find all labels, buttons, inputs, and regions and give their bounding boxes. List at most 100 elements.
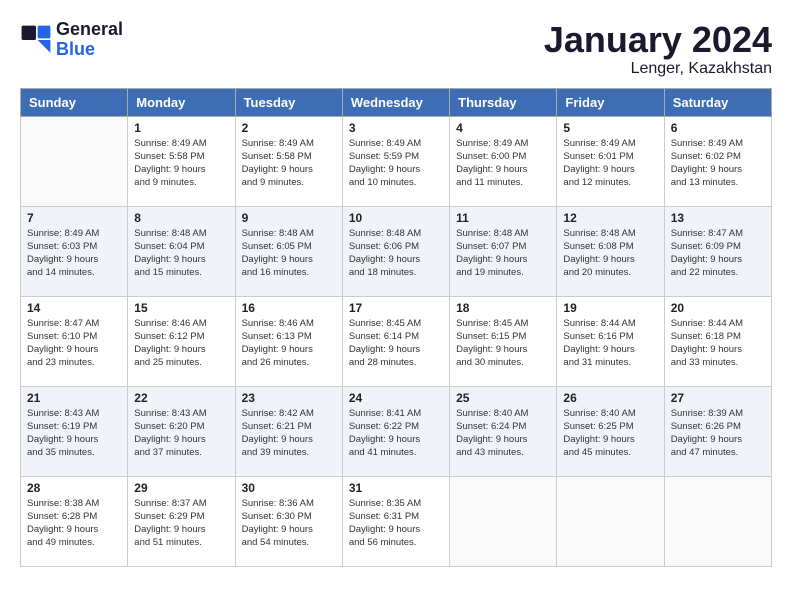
day-info: Sunrise: 8:48 AM Sunset: 6:06 PM Dayligh…: [349, 227, 443, 280]
day-info: Sunrise: 8:45 AM Sunset: 6:14 PM Dayligh…: [349, 317, 443, 370]
weekday-header-monday: Monday: [128, 88, 235, 116]
day-number: 3: [349, 121, 443, 135]
day-info: Sunrise: 8:49 AM Sunset: 5:59 PM Dayligh…: [349, 137, 443, 190]
day-number: 30: [242, 481, 336, 495]
calendar-week-row: 21 Sunrise: 8:43 AM Sunset: 6:19 PM Dayli…: [21, 386, 772, 476]
calendar-cell: 26 Sunrise: 8:40 AM Sunset: 6:25 PM Dayli…: [557, 386, 664, 476]
day-number: 12: [563, 211, 657, 225]
day-info: Sunrise: 8:44 AM Sunset: 6:18 PM Dayligh…: [671, 317, 765, 370]
calendar-week-row: 7 Sunrise: 8:49 AM Sunset: 6:03 PM Daylig…: [21, 206, 772, 296]
day-number: 13: [671, 211, 765, 225]
calendar-cell: [450, 476, 557, 566]
day-number: 7: [27, 211, 121, 225]
calendar-cell: 6 Sunrise: 8:49 AM Sunset: 6:02 PM Daylig…: [664, 116, 771, 206]
day-number: 25: [456, 391, 550, 405]
day-info: Sunrise: 8:46 AM Sunset: 6:12 PM Dayligh…: [134, 317, 228, 370]
calendar-cell: 20 Sunrise: 8:44 AM Sunset: 6:18 PM Dayli…: [664, 296, 771, 386]
day-number: 1: [134, 121, 228, 135]
calendar-cell: 30Sunrise: 8:36 AM Sunset: 6:30 PM Dayli…: [235, 476, 342, 566]
calendar-cell: 7 Sunrise: 8:49 AM Sunset: 6:03 PM Daylig…: [21, 206, 128, 296]
day-number: 26: [563, 391, 657, 405]
day-info: Sunrise: 8:40 AM Sunset: 6:24 PM Dayligh…: [456, 407, 550, 460]
day-info: Sunrise: 8:47 AM Sunset: 6:10 PM Dayligh…: [27, 317, 121, 370]
logo-blue: Blue: [56, 40, 123, 60]
calendar-cell: 4 Sunrise: 8:49 AM Sunset: 6:00 PM Daylig…: [450, 116, 557, 206]
day-number: 20: [671, 301, 765, 315]
day-number: 29: [134, 481, 228, 495]
calendar-cell: [664, 476, 771, 566]
calendar-cell: 1 Sunrise: 8:49 AM Sunset: 5:58 PM Daylig…: [128, 116, 235, 206]
logo-icon: [20, 24, 52, 56]
day-number: 2: [242, 121, 336, 135]
day-info: Sunrise: 8:43 AM Sunset: 6:19 PM Dayligh…: [27, 407, 121, 460]
day-info: Sunrise: 8:48 AM Sunset: 6:05 PM Dayligh…: [242, 227, 336, 280]
day-number: 15: [134, 301, 228, 315]
calendar-cell: 29 Sunrise: 8:37 AM Sunset: 6:29 PM Dayli…: [128, 476, 235, 566]
calendar-cell: 27 Sunrise: 8:39 AM Sunset: 6:26 PM Dayli…: [664, 386, 771, 476]
day-info: Sunrise: 8:48 AM Sunset: 6:07 PM Dayligh…: [456, 227, 550, 280]
weekday-header-wednesday: Wednesday: [342, 88, 449, 116]
calendar-cell: 11 Sunrise: 8:48 AM Sunset: 6:07 PM Dayli…: [450, 206, 557, 296]
day-number: 8: [134, 211, 228, 225]
calendar-cell: 12 Sunrise: 8:48 AM Sunset: 6:08 PM Dayli…: [557, 206, 664, 296]
logo-general: General: [56, 20, 123, 40]
calendar-cell: 14 Sunrise: 8:47 AM Sunset: 6:10 PM Dayli…: [21, 296, 128, 386]
day-info: Sunrise: 8:37 AM Sunset: 6:29 PM Dayligh…: [134, 497, 228, 550]
calendar-cell: 9 Sunrise: 8:48 AM Sunset: 6:05 PM Daylig…: [235, 206, 342, 296]
day-info: Sunrise: 8:38 AM Sunset: 6:28 PM Dayligh…: [27, 497, 121, 550]
day-number: 21: [27, 391, 121, 405]
weekday-header-row: SundayMondayTuesdayWednesdayThursdayFrid…: [21, 88, 772, 116]
day-info: Sunrise: 8:49 AM Sunset: 6:01 PM Dayligh…: [563, 137, 657, 190]
calendar-cell: 2 Sunrise: 8:49 AM Sunset: 5:58 PM Daylig…: [235, 116, 342, 206]
location-title: Lenger, Kazakhstan: [544, 60, 772, 78]
calendar-cell: 25 Sunrise: 8:40 AM Sunset: 6:24 PM Dayli…: [450, 386, 557, 476]
calendar-cell: 23Sunrise: 8:42 AM Sunset: 6:21 PM Dayli…: [235, 386, 342, 476]
weekday-header-sunday: Sunday: [21, 88, 128, 116]
day-number: 6: [671, 121, 765, 135]
calendar-cell: 5 Sunrise: 8:49 AM Sunset: 6:01 PM Daylig…: [557, 116, 664, 206]
day-number: 22: [134, 391, 228, 405]
calendar-cell: [557, 476, 664, 566]
day-info: Sunrise: 8:49 AM Sunset: 5:58 PM Dayligh…: [242, 137, 336, 190]
calendar-cell: 3 Sunrise: 8:49 AM Sunset: 5:59 PM Daylig…: [342, 116, 449, 206]
day-number: 9: [242, 211, 336, 225]
calendar-table: SundayMondayTuesdayWednesdayThursdayFrid…: [20, 88, 772, 567]
weekday-header-thursday: Thursday: [450, 88, 557, 116]
calendar-cell: 17 Sunrise: 8:45 AM Sunset: 6:14 PM Dayli…: [342, 296, 449, 386]
day-number: 24: [349, 391, 443, 405]
day-info: Sunrise: 8:40 AM Sunset: 6:25 PM Dayligh…: [563, 407, 657, 460]
calendar-cell: 18 Sunrise: 8:45 AM Sunset: 6:15 PM Dayli…: [450, 296, 557, 386]
day-info: Sunrise: 8:44 AM Sunset: 6:16 PM Dayligh…: [563, 317, 657, 370]
day-number: 27: [671, 391, 765, 405]
day-info: Sunrise: 8:46 AM Sunset: 6:13 PM Dayligh…: [242, 317, 336, 370]
day-number: 31: [349, 481, 443, 495]
calendar-week-row: 14 Sunrise: 8:47 AM Sunset: 6:10 PM Dayli…: [21, 296, 772, 386]
day-number: 19: [563, 301, 657, 315]
calendar-cell: 13 Sunrise: 8:47 AM Sunset: 6:09 PM Dayli…: [664, 206, 771, 296]
day-info: Sunrise: 8:48 AM Sunset: 6:08 PM Dayligh…: [563, 227, 657, 280]
day-info: Sunrise: 8:49 AM Sunset: 6:00 PM Dayligh…: [456, 137, 550, 190]
page-header: General Blue January 2024 Lenger, Kazakh…: [20, 20, 772, 78]
weekday-header-tuesday: Tuesday: [235, 88, 342, 116]
day-number: 4: [456, 121, 550, 135]
day-info: Sunrise: 8:42 AM Sunset: 6:21 PM Dayligh…: [242, 407, 336, 460]
day-info: Sunrise: 8:39 AM Sunset: 6:26 PM Dayligh…: [671, 407, 765, 460]
day-info: Sunrise: 8:49 AM Sunset: 5:58 PM Dayligh…: [134, 137, 228, 190]
day-number: 10: [349, 211, 443, 225]
weekday-header-saturday: Saturday: [664, 88, 771, 116]
month-title: January 2024: [544, 20, 772, 60]
calendar-cell: 15 Sunrise: 8:46 AM Sunset: 6:12 PM Dayli…: [128, 296, 235, 386]
calendar-cell: 31Sunrise: 8:35 AM Sunset: 6:31 PM Dayli…: [342, 476, 449, 566]
calendar-cell: [21, 116, 128, 206]
day-info: Sunrise: 8:45 AM Sunset: 6:15 PM Dayligh…: [456, 317, 550, 370]
day-info: Sunrise: 8:47 AM Sunset: 6:09 PM Dayligh…: [671, 227, 765, 280]
day-number: 18: [456, 301, 550, 315]
day-number: 17: [349, 301, 443, 315]
day-info: Sunrise: 8:49 AM Sunset: 6:03 PM Dayligh…: [27, 227, 121, 280]
day-number: 5: [563, 121, 657, 135]
calendar-cell: 28Sunrise: 8:38 AM Sunset: 6:28 PM Dayli…: [21, 476, 128, 566]
day-info: Sunrise: 8:49 AM Sunset: 6:02 PM Dayligh…: [671, 137, 765, 190]
day-number: 14: [27, 301, 121, 315]
day-number: 11: [456, 211, 550, 225]
day-info: Sunrise: 8:41 AM Sunset: 6:22 PM Dayligh…: [349, 407, 443, 460]
